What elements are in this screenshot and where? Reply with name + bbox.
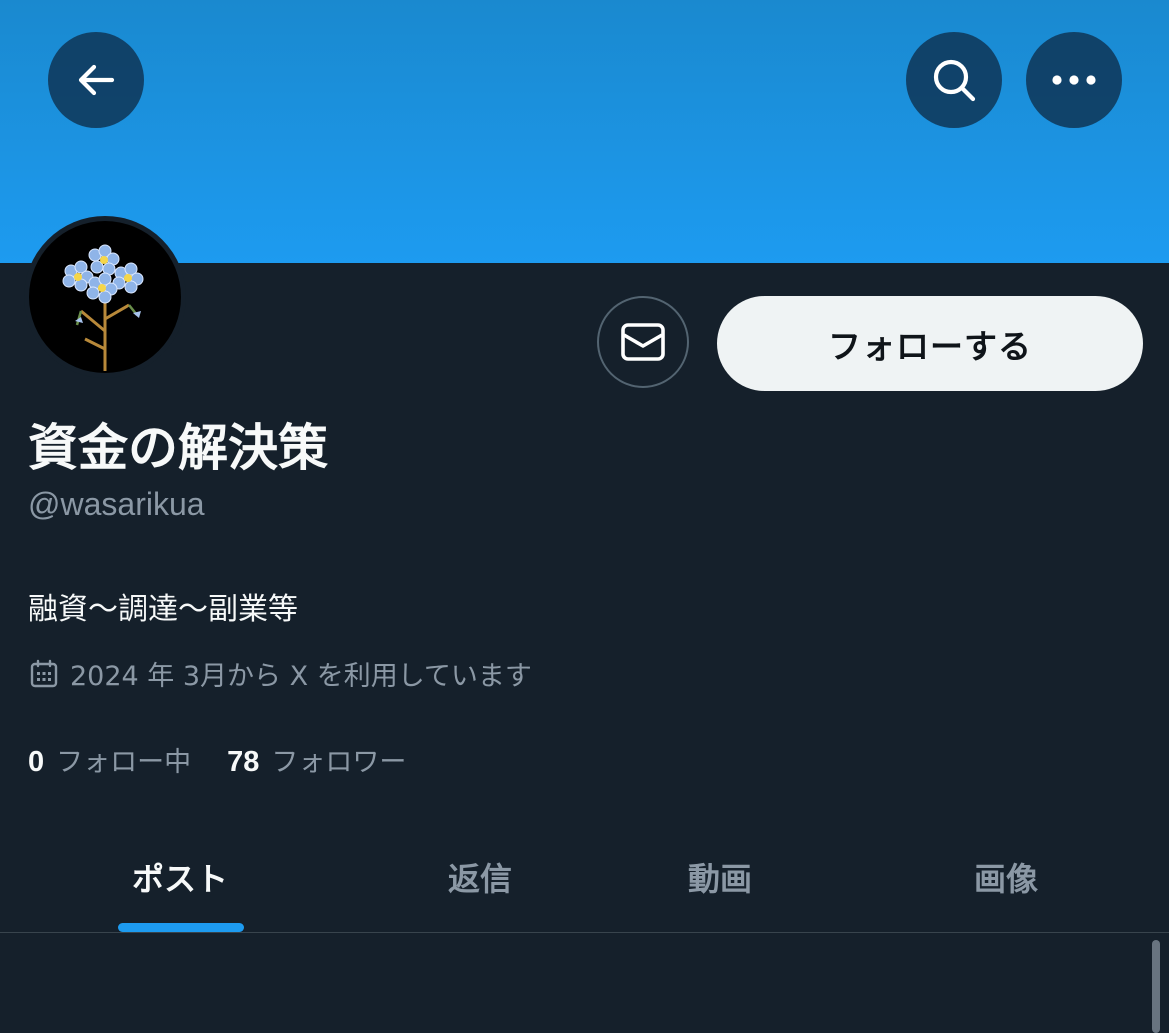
joined-date: 2024 年 3月から X を利用しています [28, 654, 532, 693]
profile-page: フォローする 資金の解決策 @wasarikua 融資〜調達〜副業等 2024 … [0, 0, 1169, 1033]
follow-stats: 0 フォロー中 78 フォロワー [28, 740, 406, 779]
tabs-divider [0, 932, 1169, 933]
back-button[interactable] [48, 32, 144, 128]
forget-me-not-flower-icon [62, 244, 144, 371]
profile-tabs: ポスト 返信 動画 画像 [0, 822, 1169, 932]
message-button[interactable] [597, 296, 689, 388]
follow-button[interactable]: フォローする [717, 296, 1143, 391]
following-label: フォロー中 [56, 747, 192, 778]
tab-replies[interactable]: 返信 [360, 822, 600, 932]
joined-text: 2024 年 3月から X を利用しています [70, 661, 532, 692]
profile-banner[interactable] [0, 0, 1169, 263]
more-horizontal-icon [1052, 75, 1096, 85]
avatar-image [29, 221, 181, 373]
tab-images[interactable]: 画像 [886, 822, 1126, 932]
followers-label: フォロワー [271, 747, 407, 778]
calendar-icon [28, 658, 60, 690]
profile-bio: 融資〜調達〜副業等 [28, 592, 298, 627]
followers-count: 78 [227, 746, 260, 778]
active-tab-indicator [118, 923, 244, 932]
following-count: 0 [28, 746, 45, 778]
more-options-button[interactable] [1026, 32, 1122, 128]
following-link[interactable]: 0 フォロー中 [28, 740, 191, 779]
arrow-left-icon [78, 64, 115, 96]
profile-handle: @wasarikua [28, 486, 205, 522]
tab-videos[interactable]: 動画 [600, 822, 840, 932]
followers-link[interactable]: 78 フォロワー [227, 740, 406, 779]
avatar[interactable] [24, 216, 186, 378]
search-button[interactable] [906, 32, 1002, 128]
tab-posts[interactable]: ポスト [60, 822, 300, 932]
search-icon [933, 59, 976, 102]
profile-display-name: 資金の解決策 [28, 419, 328, 477]
envelope-icon [621, 323, 665, 361]
scrollbar[interactable] [1152, 940, 1160, 1033]
